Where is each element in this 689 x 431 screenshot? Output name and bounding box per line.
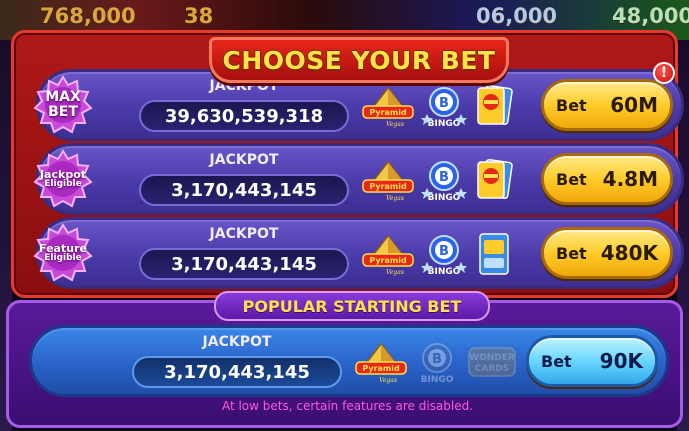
bet-amount: 4.8M: [602, 167, 658, 191]
pyramid-vegas-icon: Pyramid Vegas: [362, 86, 414, 128]
pyramid-label: Pyramid: [362, 364, 400, 373]
pyramid-sublabel: Vegas: [386, 121, 404, 128]
pyramid-label: Pyramid: [369, 108, 407, 117]
bet-row-feature-eligible[interactable]: Feature Eligible JACKPOT 3,170,443,145 P…: [33, 217, 684, 289]
bingo-label: BINGO: [428, 193, 461, 203]
pyramid-sublabel: Vegas: [386, 269, 404, 276]
jackpot-value: 39,630,539,318: [139, 100, 349, 132]
bingo-icon: B BINGO: [421, 87, 467, 129]
bingo-icon: B BINGO: [421, 161, 467, 203]
feature-card-icon: [477, 159, 513, 199]
feature-card-icon: [477, 85, 513, 125]
bet-label: Bet: [541, 351, 572, 371]
bet-label: Bet: [556, 169, 587, 189]
feature-icons: Pyramid Vegas B BINGO: [361, 84, 521, 129]
pyramid-sublabel: Vegas: [386, 195, 404, 202]
badge-line2: Eligible: [44, 179, 82, 190]
feature-icons: Pyramid Vegas B BINGO: [361, 158, 521, 203]
svg-text:B: B: [439, 96, 449, 111]
jackpot-value: 3,170,443,145: [139, 174, 349, 206]
svg-text:B: B: [439, 244, 449, 259]
badge-line2: BET: [48, 104, 78, 120]
title-plate: CHOOSE YOUR BET: [209, 37, 509, 83]
bet-row-popular[interactable]: JACKPOT 3,170,443,145 Pyramid Vegas B BI…: [29, 325, 669, 397]
bingo-label: BINGO: [421, 375, 454, 385]
popular-title-plate: POPULAR STARTING BET: [214, 291, 490, 321]
pyramid-vegas-icon: Pyramid Vegas: [362, 160, 414, 202]
bingo-disabled-icon: B BINGO: [421, 343, 454, 385]
bet-button-480k[interactable]: Bet 480K: [541, 227, 673, 279]
jackpot-eligible-badge: Jackpot Eligible: [33, 149, 93, 209]
disclaimer-text: At low bets, certain features are disabl…: [221, 399, 474, 413]
bet-button-4-8m[interactable]: Bet 4.8M: [541, 153, 673, 205]
bet-amount: 90K: [599, 349, 643, 373]
choose-bet-panel: CHOOSE YOUR BET MAX BET JACKPOT 39,630,5…: [11, 30, 684, 298]
alert-icon: !: [653, 62, 675, 84]
bet-amount: 60M: [610, 93, 658, 117]
popular-title: POPULAR STARTING BET: [242, 296, 462, 316]
bet-amount: 480K: [600, 241, 658, 265]
pyramid-vegas-icon: Pyramid Vegas: [355, 342, 407, 384]
jackpot-label: JACKPOT: [209, 152, 279, 168]
max-bet-badge: MAX BET: [33, 75, 93, 135]
panel-title: CHOOSE YOUR BET: [222, 45, 496, 75]
feature-icons: Pyramid Vegas B BINGO: [361, 232, 521, 277]
jackpot-label: JACKPOT: [209, 226, 279, 242]
bingo-icon: B BINGO: [421, 235, 467, 277]
wonder-cards-icon: WONDER CARDS: [468, 347, 516, 377]
pyramid-label: Pyramid: [369, 256, 407, 265]
background-value: 48,000: [612, 4, 689, 28]
background-value: 38: [184, 4, 214, 28]
scratch-card-icon: [479, 233, 509, 275]
popular-bet-panel: POPULAR STARTING BET JACKPOT 3,170,443,1…: [6, 291, 683, 428]
badge-line2: Eligible: [44, 253, 82, 264]
pyramid-sublabel: Vegas: [379, 377, 397, 384]
pyramid-vegas-icon: Pyramid Vegas: [362, 234, 414, 276]
wonder-sublabel: CARDS: [475, 364, 509, 374]
feature-eligible-badge: Feature Eligible: [33, 223, 93, 283]
feature-icons: Pyramid Vegas B BINGO WONDER CARDS: [354, 340, 516, 385]
jackpot-value: 3,170,443,145: [139, 248, 349, 280]
bet-row-jackpot-eligible[interactable]: Jackpot Eligible JACKPOT 3,170,443,145 P…: [33, 143, 684, 215]
background-value: 768,000: [40, 4, 136, 28]
pyramid-label: Pyramid: [369, 182, 407, 191]
jackpot-value: 3,170,443,145: [132, 356, 342, 388]
bet-button-90k[interactable]: Bet 90K: [526, 335, 658, 387]
bet-button-60m[interactable]: Bet 60M: [541, 79, 673, 131]
background-value: 06,000: [476, 4, 558, 28]
wonder-label: WONDER: [469, 353, 515, 363]
jackpot-label: JACKPOT: [202, 334, 272, 350]
bingo-label: BINGO: [428, 119, 461, 129]
bingo-label: BINGO: [428, 267, 461, 277]
bet-label: Bet: [556, 95, 587, 115]
bet-label: Bet: [556, 243, 587, 263]
badge-line1: MAX: [45, 89, 81, 106]
svg-text:B: B: [439, 170, 449, 185]
svg-text:B: B: [432, 352, 442, 367]
